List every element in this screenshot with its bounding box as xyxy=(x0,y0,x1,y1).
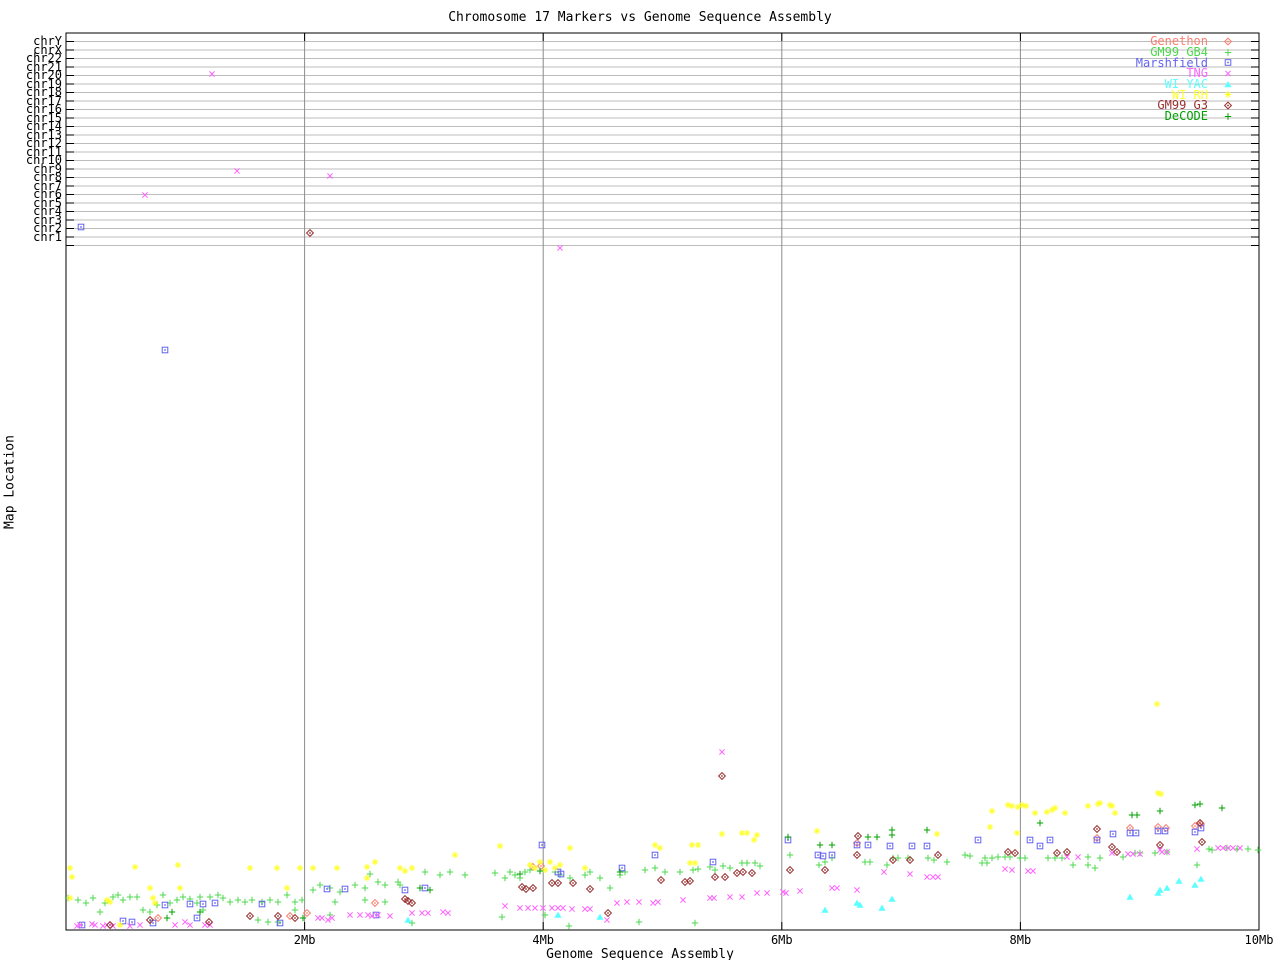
legend-symbol-square-dot-icon xyxy=(1224,59,1232,67)
legend-symbol-star-icon xyxy=(1224,91,1232,98)
legend-symbol-diamond-dot-icon xyxy=(1223,101,1233,110)
x-tick-label-2Mb: 2Mb xyxy=(293,933,316,947)
series-decode xyxy=(163,800,1226,922)
plot-area xyxy=(64,32,1262,931)
legend-symbol-diamond-dot-icon xyxy=(1223,37,1233,46)
series-wi_yac xyxy=(404,875,1205,923)
y-tick-label-chr1: chr1 xyxy=(33,229,62,244)
x-tick-label-10Mb: 10Mb xyxy=(1244,933,1274,947)
series-tng xyxy=(74,71,1243,929)
legend-label: DeCODE xyxy=(1164,109,1208,124)
legend-symbol-cross-icon xyxy=(1225,70,1231,77)
legend-item-decode: DeCODE xyxy=(1136,109,1240,124)
x-tick-label-8Mb: 8Mb xyxy=(1009,933,1032,947)
legend-symbol-plus-icon xyxy=(1224,48,1232,56)
series-gm99_gb4 xyxy=(64,844,1262,930)
legend: Genethon GM99 GB4 Marshfield TNG WI YAC WI RH… xyxy=(1136,35,1240,124)
x-tick-label-4Mb: 4Mb xyxy=(532,933,555,947)
series-marshfield xyxy=(77,223,1205,929)
x-tick-label-6Mb: 6Mb xyxy=(770,933,793,947)
legend-symbol-plus-icon xyxy=(1224,112,1232,120)
series-wi_rh xyxy=(66,700,1165,929)
legend-symbol-triangle-icon xyxy=(1224,80,1232,87)
series-gm99_g3 xyxy=(105,228,1207,930)
chart: Chromosome 17 Markers vs Genome Sequence… xyxy=(0,0,1280,960)
